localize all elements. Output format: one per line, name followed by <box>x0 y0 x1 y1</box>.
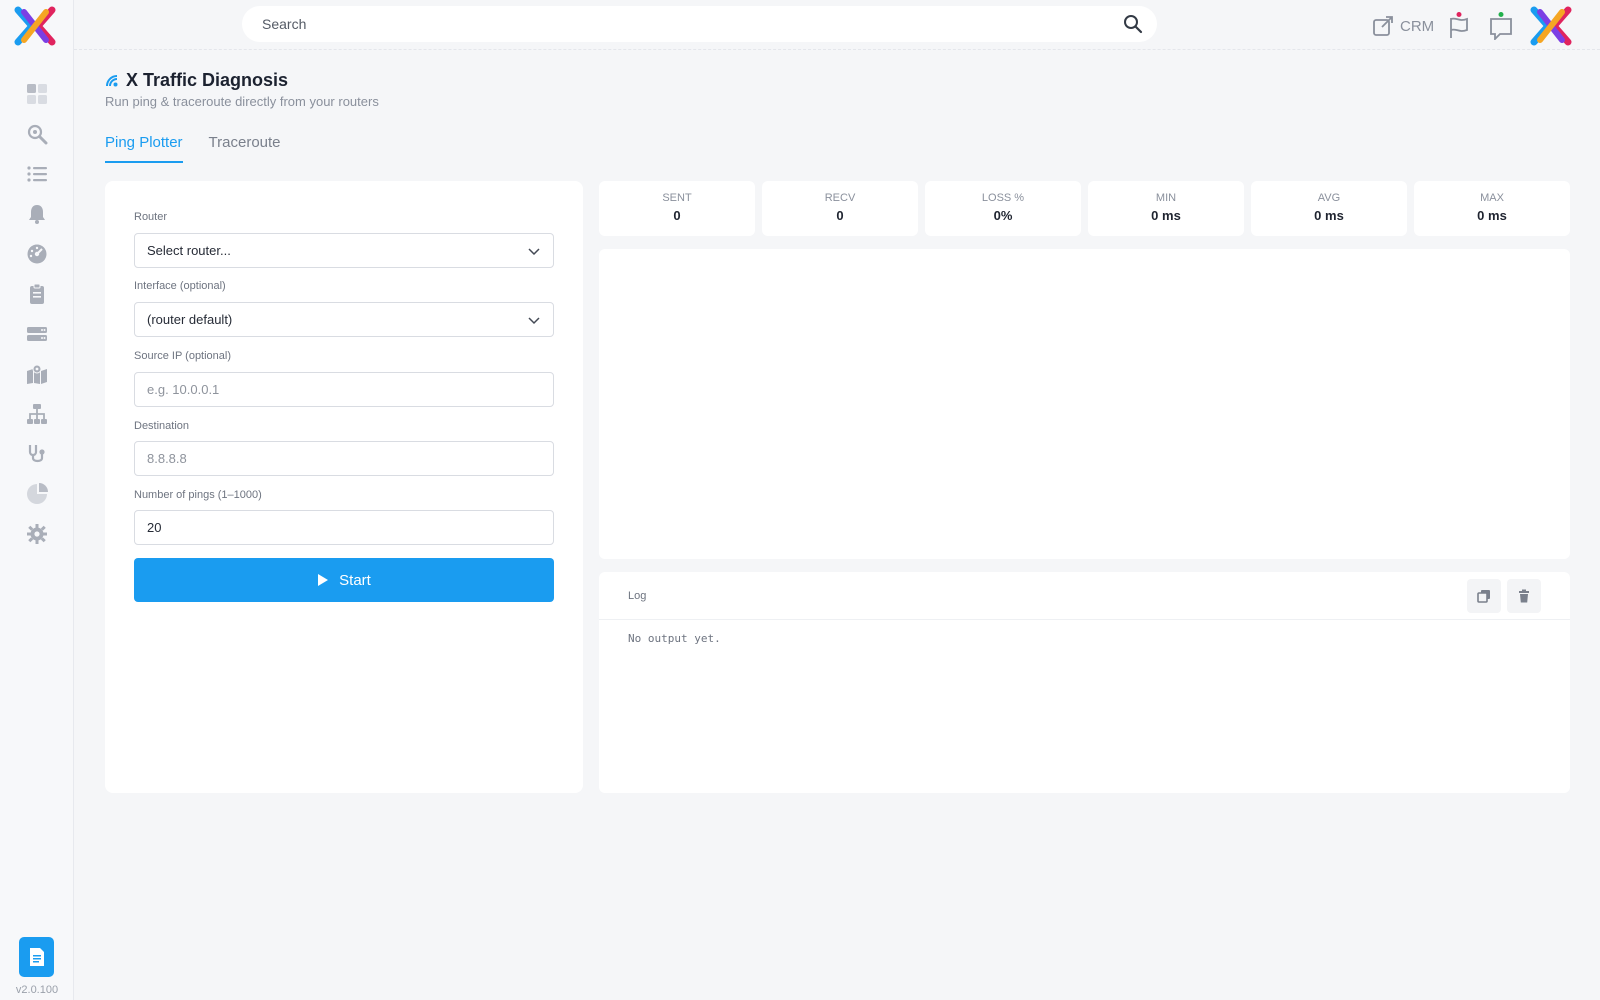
list-icon <box>27 166 47 182</box>
sidebar-item-analytics[interactable] <box>0 474 74 514</box>
stat-loss: LOSS % 0% <box>925 181 1081 236</box>
sidebar-item-list[interactable] <box>0 154 74 194</box>
sidebar-nav <box>0 74 74 554</box>
sidebar-item-reports[interactable] <box>0 274 74 314</box>
page-title: X Traffic Diagnosis <box>105 70 379 91</box>
stat-sent-label: SENT <box>662 192 692 204</box>
log-title: Log <box>628 589 647 602</box>
sidebar-item-performance[interactable] <box>0 234 74 274</box>
sidebar-item-map[interactable] <box>0 354 74 394</box>
source-ip-label: Source IP (optional) <box>134 350 232 362</box>
tab-traceroute[interactable]: Traceroute <box>209 134 281 163</box>
documentation-button[interactable] <box>19 937 54 977</box>
router-select[interactable]: Select router... <box>134 233 554 268</box>
stat-min: MIN 0 ms <box>1088 181 1244 236</box>
chevron-down-icon <box>528 247 540 255</box>
crm-label: CRM <box>1400 17 1435 35</box>
page-header: X Traffic Diagnosis Run ping & tracerout… <box>105 70 379 109</box>
user-logo-icon[interactable] <box>1530 6 1572 46</box>
pings-input[interactable] <box>147 520 541 535</box>
destination-input[interactable] <box>147 451 541 466</box>
stat-max-value: 0 ms <box>1477 208 1507 223</box>
stat-recv-label: RECV <box>824 192 856 204</box>
start-button[interactable]: Start <box>134 558 554 602</box>
sidebar-item-dashboard[interactable] <box>0 74 74 114</box>
pie-chart-icon <box>27 483 48 504</box>
sidebar-item-search[interactable] <box>0 114 74 154</box>
stethoscope-icon <box>28 445 45 463</box>
source-ip-input[interactable] <box>147 382 541 397</box>
copy-log-button[interactable] <box>1467 578 1501 613</box>
stat-loss-value: 0% <box>993 208 1013 223</box>
page-title-text: X Traffic Diagnosis <box>126 70 289 90</box>
interface-select-value: (router default) <box>147 312 233 327</box>
search-input[interactable] <box>262 16 1123 32</box>
sidebar-item-diagnostics[interactable] <box>0 434 74 474</box>
stat-recv-value: 0 <box>836 208 844 223</box>
destination-field <box>134 441 554 476</box>
diagnosis-tabs: Ping Plotter Traceroute <box>105 134 281 163</box>
sidebar: v2.0.100 <box>0 0 74 1000</box>
pings-label: Number of pings (1–1000) <box>134 489 262 501</box>
play-icon <box>318 574 329 586</box>
sidebar-item-servers[interactable] <box>0 314 74 354</box>
tab-ping-plotter[interactable]: Ping Plotter <box>105 134 183 163</box>
interface-select[interactable]: (router default) <box>134 302 554 337</box>
bell-icon <box>29 205 45 224</box>
log-actions <box>1467 578 1541 613</box>
router-select-value: Select router... <box>147 243 231 258</box>
stat-recv: RECV 0 <box>762 181 918 236</box>
stat-avg-label: AVG <box>1317 192 1341 204</box>
server-icon <box>27 327 47 341</box>
stat-loss-label: LOSS % <box>981 192 1025 204</box>
clipboard-icon <box>30 283 44 304</box>
dashboard-icon <box>27 84 47 104</box>
trash-icon <box>1519 589 1529 602</box>
gauge-icon <box>27 244 47 264</box>
ping-plot-area <box>599 249 1570 559</box>
search-zoom-icon <box>27 124 48 145</box>
stat-max-label: MAX <box>1480 192 1504 204</box>
log-header: Log <box>599 572 1570 620</box>
stat-max: MAX 0 ms <box>1414 181 1570 236</box>
map-icon <box>27 364 47 384</box>
log-output: No output yet. <box>628 632 721 645</box>
external-link-icon <box>1373 16 1393 36</box>
pings-field <box>134 510 554 545</box>
stat-sent: SENT 0 <box>599 181 755 236</box>
top-bar: CRM <box>74 0 1600 50</box>
interface-label: Interface (optional) <box>134 280 226 292</box>
stat-sent-value: 0 <box>673 208 681 223</box>
search-icon[interactable] <box>1123 14 1143 34</box>
copy-icon <box>1477 589 1490 603</box>
stat-avg-value: 0 ms <box>1314 208 1344 223</box>
app-logo-icon[interactable] <box>14 6 56 46</box>
stat-min-value: 0 ms <box>1151 208 1181 223</box>
stat-min-label: MIN <box>1155 192 1177 204</box>
chevron-down-icon <box>528 316 540 324</box>
document-icon <box>29 948 44 966</box>
start-button-label: Start <box>339 571 371 589</box>
network-icon <box>27 404 47 424</box>
destination-label: Destination <box>134 420 190 432</box>
global-search <box>242 6 1157 42</box>
page-subtitle: Run ping & traceroute directly from your… <box>105 94 379 109</box>
flag-icon[interactable] <box>1446 12 1472 40</box>
router-label: Router <box>134 211 168 223</box>
sidebar-item-settings[interactable] <box>0 514 74 554</box>
ping-form-card: Router Select router... Interface (optio… <box>105 181 583 793</box>
sidebar-item-alerts[interactable] <box>0 194 74 234</box>
app-version: v2.0.100 <box>15 984 59 996</box>
signal-icon <box>106 74 118 86</box>
clear-log-button[interactable] <box>1507 578 1541 613</box>
crm-link[interactable]: CRM <box>1372 15 1434 37</box>
stat-avg: AVG 0 ms <box>1251 181 1407 236</box>
gear-icon <box>27 524 47 544</box>
source-ip-field <box>134 372 554 407</box>
sidebar-item-topology[interactable] <box>0 394 74 434</box>
log-card: Log No output yet. <box>599 572 1570 793</box>
chat-icon[interactable] <box>1488 12 1514 40</box>
